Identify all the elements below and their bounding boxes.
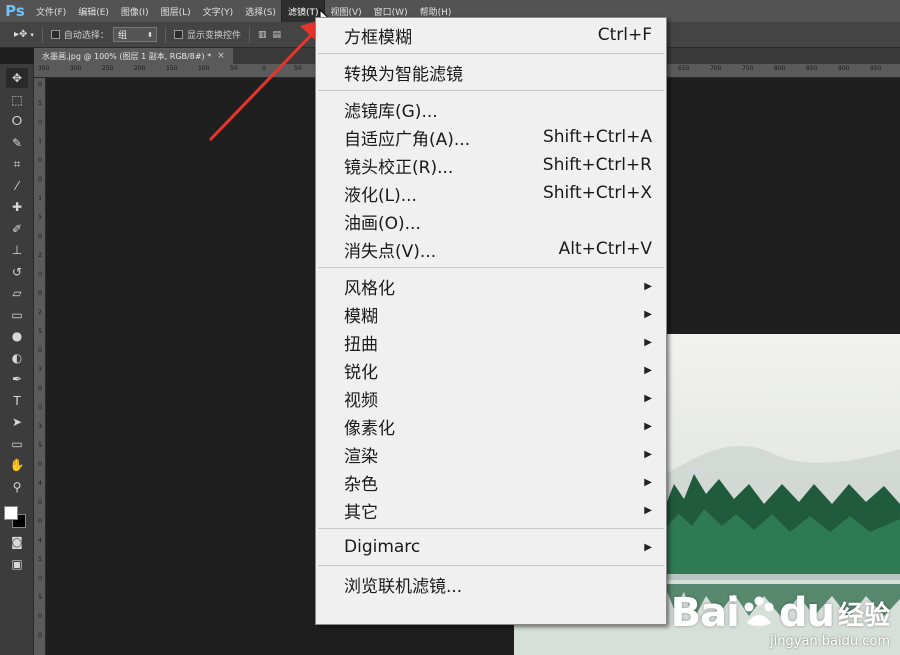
keyboard-shortcut: Ctrl+F (597, 25, 652, 45)
foreground-color-swatch[interactable] (4, 506, 18, 520)
filter-menu-item-0[interactable]: 方框模糊 Ctrl+F (316, 21, 666, 49)
arrow-to-filter-menu (208, 18, 328, 142)
watermark-brand-tail: du (778, 590, 835, 636)
menu-separator (318, 565, 664, 566)
filter-menu-item-label: 自适应广角(A)... (344, 129, 471, 150)
filter-menu-item-label: 渲染 (344, 446, 378, 467)
photoshop-window: Ps 文件(F) 编辑(E) 图像(I) 图层(L) 文字(Y) 选择(S) 滤镜(T) 视图… (0, 0, 900, 655)
filter-menu-item-17[interactable]: 渲染 ▶ (316, 440, 666, 468)
keyboard-shortcut: Alt+Ctrl+V (558, 239, 652, 259)
filter-menu-item-label: 像素化 (344, 418, 395, 439)
menu-separator (318, 53, 664, 54)
filter-menu-item-label: 风格化 (344, 278, 395, 299)
filter-menu-item-21[interactable]: Digimarc ▶ (316, 533, 666, 561)
watermark-logo: Bai du 经验 (671, 590, 890, 636)
filter-menu-item-16[interactable]: 像素化 ▶ (316, 412, 666, 440)
filter-menu-item-2[interactable]: 转换为智能滤镜 (316, 58, 666, 86)
submenu-arrow-icon: ▶ (644, 308, 652, 320)
filter-menu-item-23[interactable]: 浏览联机滤镜... (316, 570, 666, 598)
filter-menu-item-label: 杂色 (344, 474, 378, 495)
filter-menu-item-14[interactable]: 锐化 ▶ (316, 356, 666, 384)
filter-menu-item-8[interactable]: 油画(O)... (316, 207, 666, 235)
filter-menu-item-13[interactable]: 扭曲 ▶ (316, 328, 666, 356)
filter-menu-item-label: 消失点(V)... (344, 241, 437, 262)
filter-menu-item-label: 滤镜库(G)... (344, 101, 438, 122)
submenu-arrow-icon: ▶ (644, 476, 652, 488)
filter-menu-item-6[interactable]: 镜头校正(R)... Shift+Ctrl+R (316, 151, 666, 179)
watermark-url: jingyan.baidu.com (770, 634, 890, 649)
filter-menu-item-9[interactable]: 消失点(V)... Alt+Ctrl+V (316, 235, 666, 263)
submenu-arrow-icon: ▶ (644, 420, 652, 432)
filter-menu-item-19[interactable]: 其它 ▶ (316, 496, 666, 524)
submenu-arrow-icon: ▶ (644, 364, 652, 376)
submenu-arrow-icon: ▶ (644, 504, 652, 516)
filter-menu-item-5[interactable]: 自适应广角(A)... Shift+Ctrl+A (316, 123, 666, 151)
menu-separator (318, 267, 664, 268)
filter-menu-item-label: Digimarc (344, 537, 421, 557)
filter-menu-item-7[interactable]: 液化(L)... Shift+Ctrl+X (316, 179, 666, 207)
filter-menu-item-label: 转换为智能滤镜 (344, 64, 463, 85)
submenu-arrow-icon: ▶ (644, 280, 652, 292)
filter-menu-item-label: 液化(L)... (344, 185, 417, 206)
keyboard-shortcut: Shift+Ctrl+X (542, 183, 652, 203)
filter-dropdown-menu: 方框模糊 Ctrl+F 转换为智能滤镜 滤镜库(G)... 自适应广角(A)... Shi… (315, 17, 667, 625)
filter-menu-item-18[interactable]: 杂色 ▶ (316, 468, 666, 496)
filter-menu-item-label: 视频 (344, 390, 378, 411)
watermark-brand: Bai (670, 590, 740, 636)
filter-menu-item-label: 锐化 (344, 362, 378, 383)
filter-menu-item-label: 扭曲 (344, 334, 378, 355)
baidu-jingyan-watermark: Bai du 经验 jingyan.baidu.com (671, 590, 890, 649)
submenu-arrow-icon: ▶ (644, 336, 652, 348)
keyboard-shortcut: Shift+Ctrl+R (542, 155, 652, 175)
filter-menu-item-label: 镜头校正(R)... (344, 157, 454, 178)
submenu-arrow-icon: ▶ (644, 541, 652, 553)
filter-menu-item-label: 方框模糊 (344, 27, 412, 48)
filter-menu-item-label: 油画(O)... (344, 213, 421, 234)
keyboard-shortcut: Shift+Ctrl+A (542, 127, 652, 147)
paw-icon (744, 596, 774, 626)
submenu-arrow-icon: ▶ (644, 448, 652, 460)
filter-menu-item-label: 其它 (344, 502, 378, 523)
filter-menu-item-12[interactable]: 模糊 ▶ (316, 300, 666, 328)
submenu-arrow-icon: ▶ (644, 392, 652, 404)
filter-menu-item-label: 浏览联机滤镜... (344, 576, 463, 597)
filter-menu-item-4[interactable]: 滤镜库(G)... (316, 95, 666, 123)
filter-menu-item-11[interactable]: 风格化 ▶ (316, 272, 666, 300)
filter-menu-item-15[interactable]: 视频 ▶ (316, 384, 666, 412)
menu-separator (318, 90, 664, 91)
filter-menu-item-label: 模糊 (344, 306, 378, 327)
watermark-product: 经验 (837, 600, 890, 631)
menu-separator (318, 528, 664, 529)
